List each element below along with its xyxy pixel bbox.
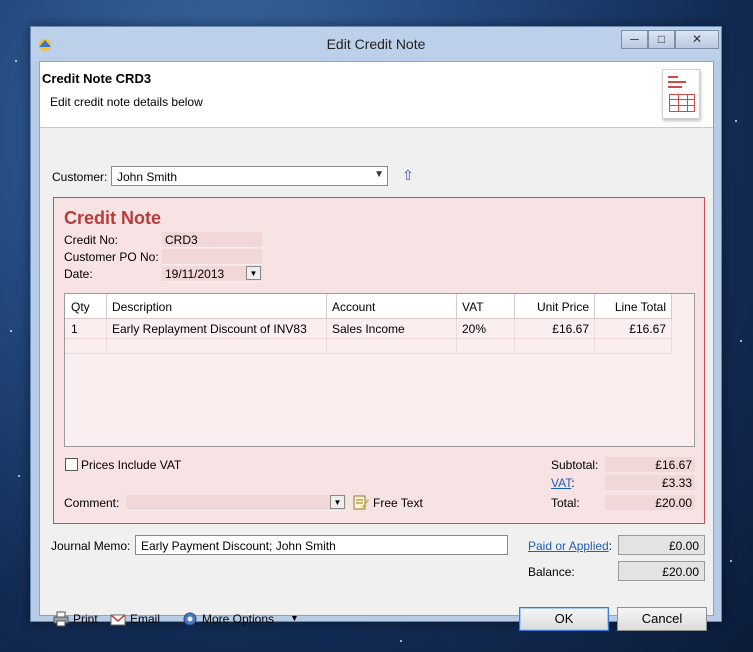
background-star: [400, 640, 402, 642]
table-row-empty[interactable]: [457, 339, 515, 354]
background-star: [730, 560, 732, 562]
table-row-cell-unit-price[interactable]: £16.67: [515, 319, 595, 339]
customer-value: John Smith: [117, 170, 178, 184]
background-star: [735, 120, 737, 122]
panel-title: Credit Note: [64, 208, 162, 228]
table-row-empty[interactable]: [515, 339, 595, 354]
credit-no-label: Credit No:: [64, 233, 119, 247]
gear-icon: [182, 611, 198, 627]
table-row-empty[interactable]: [595, 339, 672, 354]
customer-label: Customer:: [52, 170, 108, 184]
date-field[interactable]: 19/11/2013 ▼: [162, 266, 262, 282]
background-star: [15, 60, 17, 62]
calendar-dropdown-icon[interactable]: ▼: [246, 266, 261, 280]
chevron-down-icon: ▼: [374, 169, 384, 180]
page-subtitle: Edit credit note details below: [50, 95, 203, 109]
date-label: Date:: [64, 267, 93, 281]
line-items-grid[interactable]: Qty Description Account VAT Unit Price L…: [64, 293, 695, 447]
free-text-label: Free Text: [373, 496, 423, 510]
customer-po-field[interactable]: [162, 249, 262, 265]
window-title: Edit Credit Note: [326, 36, 426, 52]
balance-label: Balance:: [528, 565, 575, 579]
edit-credit-note-window: Edit Credit Note ─ □ ✕ Credit Note CRD3 …: [30, 26, 722, 631]
background-star: [740, 340, 742, 342]
subtotal-label: Subtotal:: [551, 458, 599, 472]
credit-no-value: CRD3: [165, 233, 198, 247]
table-row-empty[interactable]: [327, 339, 457, 354]
print-label: Print: [73, 612, 98, 626]
table-row-empty[interactable]: [107, 339, 327, 354]
cancel-button[interactable]: Cancel: [617, 607, 707, 631]
column-header-unit-price[interactable]: Unit Price: [515, 294, 595, 319]
credit-note-document-icon: [662, 69, 700, 119]
balance-field: £20.00: [618, 561, 705, 581]
journal-memo-input[interactable]: Early Payment Discount; John Smith: [135, 535, 508, 555]
paid-value: £0.00: [668, 539, 699, 553]
email-icon: [110, 611, 126, 627]
prices-include-vat-label[interactable]: Prices Include VAT: [81, 458, 181, 472]
journal-memo-label: Journal Memo:: [51, 539, 131, 553]
table-row-cell-line-total[interactable]: £16.67: [595, 319, 672, 339]
more-options-label: More Options: [202, 612, 275, 626]
ok-button[interactable]: OK: [519, 607, 609, 631]
vat-value-field: £3.33: [605, 475, 695, 490]
subtotal-value-field: £16.67: [605, 457, 695, 472]
credit-no-field[interactable]: CRD3: [162, 232, 262, 248]
column-header-line-total[interactable]: Line Total: [595, 294, 672, 319]
paid-or-applied-label: Paid or Applied:: [528, 539, 613, 553]
column-header-vat[interactable]: VAT: [457, 294, 515, 319]
printer-icon: [53, 611, 69, 627]
column-header-description[interactable]: Description: [107, 294, 327, 319]
comment-label: Comment:: [64, 496, 120, 510]
journal-memo-value: Early Payment Discount; John Smith: [141, 539, 336, 553]
minimize-button[interactable]: ─: [621, 30, 648, 49]
maximize-button[interactable]: □: [648, 30, 675, 49]
customer-details-up-arrow-icon[interactable]: ⇧: [400, 167, 416, 183]
customer-po-label: Customer PO No:: [64, 250, 159, 264]
chevron-down-icon[interactable]: ▼: [330, 495, 345, 509]
print-button[interactable]: Print: [53, 611, 103, 629]
total-value-field: £20.00: [605, 495, 695, 510]
paid-or-applied-link[interactable]: Paid or Applied: [528, 539, 609, 553]
background-star: [18, 475, 20, 477]
balance-value: £20.00: [662, 565, 699, 579]
vat-value: £3.33: [661, 476, 692, 490]
table-row-empty[interactable]: [65, 339, 107, 354]
close-button[interactable]: ✕: [675, 30, 719, 49]
background-star: [10, 330, 12, 332]
table-row-cell-account[interactable]: Sales Income: [327, 319, 457, 339]
column-header-account[interactable]: Account: [327, 294, 457, 319]
total-label: Total:: [551, 496, 580, 510]
title-bar[interactable]: Edit Credit Note ─ □ ✕: [31, 27, 721, 61]
customer-dropdown[interactable]: John Smith ▼: [111, 166, 388, 186]
date-value: 19/11/2013: [165, 267, 225, 281]
email-label: Email: [130, 612, 161, 626]
dialog-header: Credit Note CRD3 Edit credit note detail…: [40, 62, 713, 128]
credit-note-panel: Credit Note Credit No: CRD3 Customer PO …: [53, 197, 705, 524]
table-row-cell-qty[interactable]: 1: [65, 319, 107, 339]
dropdown-arrow-icon: ▼: [290, 613, 299, 623]
paid-or-applied-field: £0.00: [618, 535, 705, 555]
vat-link[interactable]: VAT: [551, 476, 571, 490]
table-row-cell-description[interactable]: Early Replayment Discount of INV83: [107, 319, 327, 339]
notepad-pencil-icon: [353, 494, 369, 510]
free-text-button[interactable]: Free Text: [353, 494, 425, 512]
table-row-cell-vat[interactable]: 20%: [457, 319, 515, 339]
comment-dropdown[interactable]: ▼: [126, 495, 346, 511]
email-button[interactable]: Email: [110, 611, 165, 629]
total-value: £20.00: [655, 496, 692, 510]
vat-label: VAT:: [551, 476, 575, 490]
prices-include-vat-checkbox[interactable]: [65, 458, 78, 471]
page-title: Credit Note CRD3: [42, 71, 152, 86]
subtotal-value: £16.67: [655, 458, 692, 472]
column-header-qty[interactable]: Qty: [65, 294, 107, 319]
dialog-body: Credit Note CRD3 Edit credit note detail…: [39, 61, 714, 631]
more-options-button[interactable]: More Options ▼: [182, 611, 302, 629]
